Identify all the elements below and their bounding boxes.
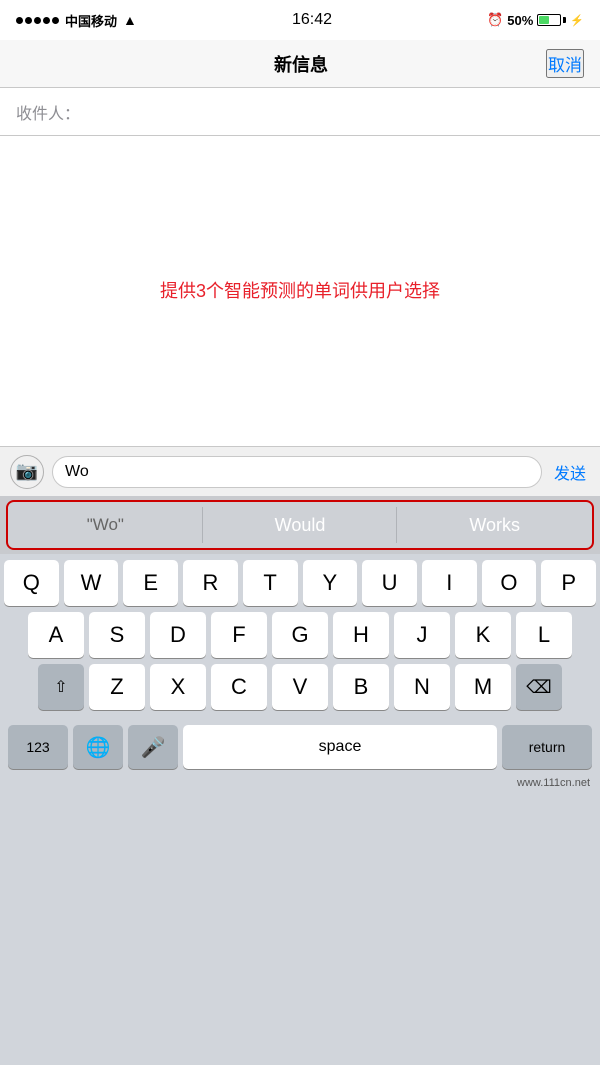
send-button[interactable]: 发送 — [550, 460, 590, 484]
space-label: space — [319, 738, 362, 756]
key-F[interactable]: F — [211, 612, 267, 658]
bottom-bar: 123 🌐 🎤 space return — [0, 720, 600, 774]
key-R[interactable]: R — [183, 560, 238, 606]
camera-button[interactable]: 📷 — [10, 455, 44, 489]
key-Z[interactable]: Z — [89, 664, 145, 710]
autocomplete-item-1[interactable]: Would — [203, 502, 398, 548]
cancel-button[interactable]: 取消 — [546, 49, 584, 78]
status-time: 16:42 — [292, 11, 332, 29]
key-L[interactable]: L — [516, 612, 572, 658]
charging-icon: ⚡ — [570, 14, 584, 27]
key-M[interactable]: M — [455, 664, 511, 710]
recipient-input[interactable] — [80, 88, 584, 135]
keyboard-row-2: A S D F G H J K L — [4, 612, 596, 658]
autocomplete-wrapper: "Wo" Would Works — [0, 496, 600, 554]
watermark-bar: www.111cn.net — [0, 774, 600, 792]
battery-percent: 50% — [507, 13, 533, 28]
key-U[interactable]: U — [362, 560, 417, 606]
nav-bar: 新信息 取消 — [0, 40, 600, 88]
key-K[interactable]: K — [455, 612, 511, 658]
key-I[interactable]: I — [422, 560, 477, 606]
key-P[interactable]: P — [541, 560, 596, 606]
mic-key[interactable]: 🎤 — [128, 725, 178, 769]
battery-fill — [539, 16, 549, 24]
message-body: 提供3个智能预测的单词供用户选择 — [0, 136, 600, 446]
alarm-icon: ⏰ — [487, 12, 503, 28]
return-label: return — [529, 739, 566, 755]
battery-indicator — [537, 14, 566, 26]
key-A[interactable]: A — [28, 612, 84, 658]
battery-tip — [563, 17, 566, 23]
autocomplete-label-1: Would — [275, 515, 326, 536]
status-right: ⏰ 50% ⚡ — [487, 12, 584, 28]
globe-icon: 🌐 — [86, 735, 111, 760]
key-E[interactable]: E — [123, 560, 178, 606]
camera-icon: 📷 — [16, 461, 38, 482]
mic-icon: 🎤 — [141, 735, 166, 760]
key-V[interactable]: V — [272, 664, 328, 710]
key-X[interactable]: X — [150, 664, 206, 710]
key-Q[interactable]: Q — [4, 560, 59, 606]
status-left: 中国移动 ▲ — [16, 11, 137, 30]
key-C[interactable]: C — [211, 664, 267, 710]
to-field: 收件人： — [0, 88, 600, 136]
message-input[interactable] — [52, 456, 542, 488]
shift-key[interactable]: ⇧ — [38, 664, 84, 710]
to-label: 收件人： — [16, 100, 80, 124]
autocomplete-item-2[interactable]: Works — [397, 502, 592, 548]
return-key[interactable]: return — [502, 725, 592, 769]
key-S[interactable]: S — [89, 612, 145, 658]
autocomplete-label-0: "Wo" — [87, 515, 124, 535]
nav-title: 新信息 — [274, 51, 328, 77]
globe-key[interactable]: 🌐 — [73, 725, 123, 769]
watermark-text: www.111cn.net — [517, 777, 590, 789]
input-toolbar: 📷 发送 — [0, 446, 600, 496]
carrier-label: 中国移动 — [65, 11, 117, 30]
battery-body — [537, 14, 561, 26]
wifi-icon: ▲ — [123, 12, 137, 28]
key-O[interactable]: O — [482, 560, 537, 606]
key-Y[interactable]: Y — [303, 560, 358, 606]
keyboard-row-1: Q W E R T Y U I O P — [4, 560, 596, 606]
status-bar: 中国移动 ▲ 16:42 ⏰ 50% ⚡ — [0, 0, 600, 40]
autocomplete-item-0[interactable]: "Wo" — [8, 502, 203, 548]
key-J[interactable]: J — [394, 612, 450, 658]
signal-dots — [16, 17, 59, 24]
annotation-text: 提供3个智能预测的单词供用户选择 — [160, 278, 440, 305]
key-D[interactable]: D — [150, 612, 206, 658]
backspace-key[interactable]: ⌫ — [516, 664, 562, 710]
key-G[interactable]: G — [272, 612, 328, 658]
num-label: 123 — [26, 739, 49, 755]
keyboard: Q W E R T Y U I O P A S D F G H J K L ⇧ … — [0, 554, 600, 720]
key-T[interactable]: T — [243, 560, 298, 606]
key-N[interactable]: N — [394, 664, 450, 710]
space-key[interactable]: space — [183, 725, 497, 769]
autocomplete-label-2: Works — [469, 515, 520, 536]
key-H[interactable]: H — [333, 612, 389, 658]
autocomplete-bar: "Wo" Would Works — [6, 500, 594, 550]
num-key[interactable]: 123 — [8, 725, 68, 769]
keyboard-row-3: ⇧ Z X C V B N M ⌫ — [4, 664, 596, 710]
key-W[interactable]: W — [64, 560, 119, 606]
key-B[interactable]: B — [333, 664, 389, 710]
